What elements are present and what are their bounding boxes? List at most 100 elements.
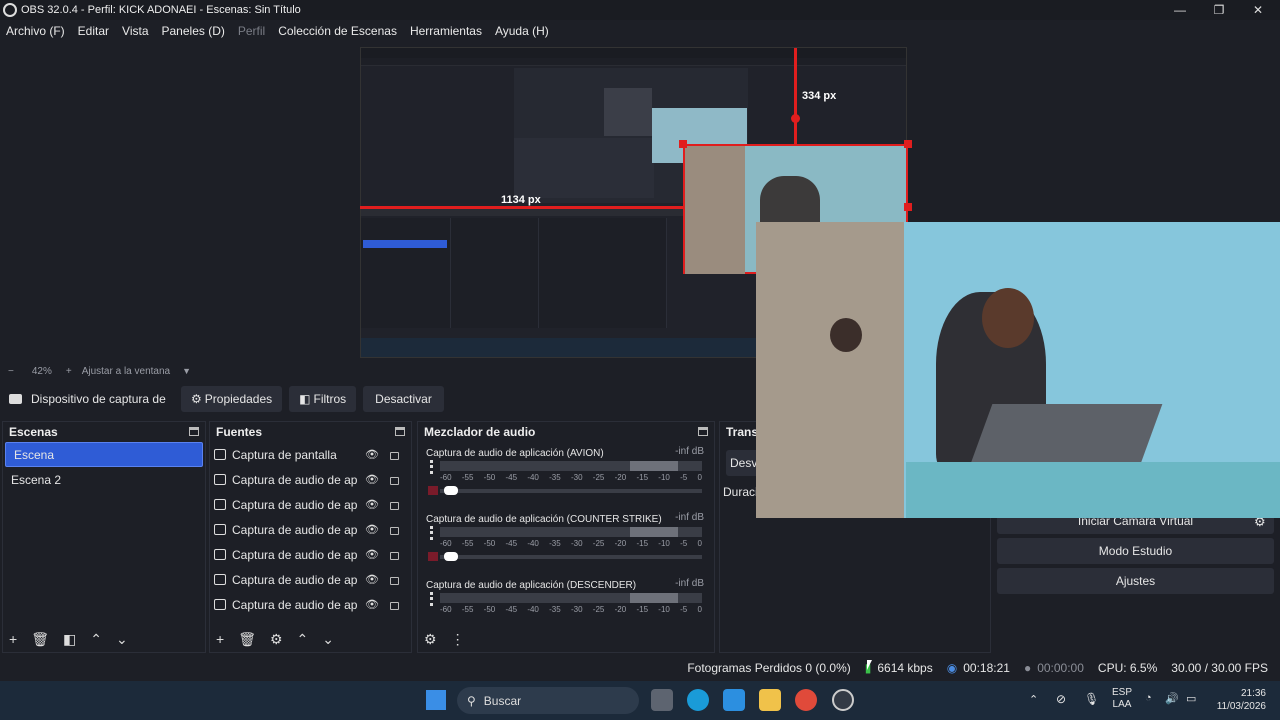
fit-to-window-select[interactable]: Ajustar a la ventana bbox=[82, 366, 170, 377]
source-label: Captura de audio de ap bbox=[232, 572, 358, 587]
menu-edit[interactable]: Editar bbox=[78, 24, 109, 38]
wifi-icon[interactable]: ◔ bbox=[1145, 692, 1152, 704]
lock-icon[interactable] bbox=[390, 552, 399, 560]
undock-icon[interactable] bbox=[395, 427, 405, 436]
sources-dock: Fuentes Captura de pantalla 👁 Captura de… bbox=[209, 421, 412, 653]
volume-slider[interactable] bbox=[440, 489, 702, 493]
clock[interactable]: 21:36 11/03/2026 bbox=[1210, 687, 1266, 713]
meter-ticks: -60 -55 -50 -45 -40 -35 -30 -25 -20 -15 -10 -5 0 bbox=[440, 605, 702, 614]
menu-scene-collection[interactable]: Colección de Escenas bbox=[278, 24, 397, 38]
chevron-up-icon[interactable]: ⌃ bbox=[90, 631, 102, 648]
keyboard-layout: LAA bbox=[1112, 699, 1132, 710]
maximize-button[interactable]: ❐ bbox=[1199, 0, 1239, 20]
eye-icon[interactable]: 👁 bbox=[365, 498, 379, 511]
menu-file[interactable]: Archivo (F) bbox=[6, 24, 65, 38]
edge-icon[interactable] bbox=[687, 689, 709, 711]
menu-docks[interactable]: Paneles (D) bbox=[162, 24, 225, 38]
filters-button[interactable]: ◧ Filtros bbox=[289, 386, 357, 412]
network-icon[interactable]: ⊘ bbox=[1056, 692, 1066, 706]
channel-menu-icon[interactable] bbox=[430, 460, 433, 474]
vertical-guide-handle[interactable] bbox=[791, 114, 800, 123]
settings-button[interactable]: Ajustes bbox=[997, 568, 1274, 594]
bitrate-value: 6614 kbps bbox=[877, 661, 933, 675]
store-icon[interactable] bbox=[723, 689, 745, 711]
gear-icon[interactable]: ⚙ bbox=[270, 631, 283, 648]
source-item[interactable]: Captura de audio de ap 👁 bbox=[210, 542, 411, 567]
channel-menu-icon[interactable] bbox=[430, 526, 433, 540]
menu-view[interactable]: Vista bbox=[122, 24, 148, 38]
studio-mode-button[interactable]: Modo Estudio bbox=[997, 538, 1274, 564]
source-item[interactable]: Captura de audio de ap 👁 bbox=[210, 467, 411, 492]
windows-start-icon[interactable] bbox=[426, 690, 446, 710]
resize-handle-topright[interactable] bbox=[904, 140, 912, 148]
eye-icon[interactable]: 👁 bbox=[365, 523, 379, 536]
taskbar-search[interactable]: ⚲ Buscar bbox=[457, 687, 639, 714]
add-icon[interactable]: + bbox=[216, 631, 224, 647]
zoom-out-button[interactable]: − bbox=[8, 366, 14, 377]
title-bar: OBS 32.0.4 - Perfil: KICK ADONAEI - Esce… bbox=[0, 0, 1280, 20]
language-indicator[interactable]: ESP LAA bbox=[1112, 687, 1132, 711]
mixer-menu-icon[interactable]: ⋮ bbox=[451, 631, 465, 648]
face-image bbox=[982, 288, 1034, 348]
chevron-down-icon[interactable]: ▼ bbox=[182, 366, 191, 376]
scene-item[interactable]: Escena bbox=[5, 442, 203, 467]
mute-icon[interactable] bbox=[428, 486, 438, 495]
obs-taskbar-icon[interactable] bbox=[832, 689, 854, 711]
eye-icon[interactable]: 👁 bbox=[365, 573, 379, 586]
scenes-title: Escenas bbox=[9, 425, 58, 439]
scene-item[interactable]: Escena 2 bbox=[3, 467, 205, 492]
source-item[interactable]: Captura de audio de ap 👁 bbox=[210, 592, 411, 617]
stream-time: 00:18:21 bbox=[963, 661, 1010, 675]
chevron-up-icon[interactable]: ⌃ bbox=[1029, 693, 1038, 706]
advanced-audio-icon[interactable]: ⚙ bbox=[424, 631, 437, 648]
source-item[interactable]: Captura de audio de ap 👁 bbox=[210, 517, 411, 542]
stream-icon: ◉ bbox=[946, 661, 958, 675]
zoom-in-button[interactable]: + bbox=[66, 366, 72, 377]
volume-slider-handle[interactable] bbox=[444, 552, 458, 561]
eye-icon[interactable]: 👁 bbox=[365, 548, 379, 561]
lock-icon[interactable] bbox=[390, 477, 399, 485]
eye-icon[interactable]: 👁 bbox=[365, 473, 379, 486]
chevron-up-icon[interactable]: ⌃ bbox=[297, 631, 309, 648]
trash-icon[interactable]: 🗑 bbox=[31, 631, 49, 648]
audio-mixer-dock: Mezclador de audio Captura de audio de a… bbox=[417, 421, 715, 653]
chevron-down-icon[interactable]: ⌄ bbox=[322, 631, 334, 648]
menu-profile[interactable]: Perfil bbox=[238, 24, 265, 38]
menu-tools[interactable]: Herramientas bbox=[410, 24, 482, 38]
properties-button[interactable]: ⚙ Propiedades bbox=[181, 386, 283, 412]
volume-slider-handle[interactable] bbox=[444, 486, 458, 495]
source-item[interactable]: Captura de audio de ap 👁 bbox=[210, 492, 411, 517]
lock-icon[interactable] bbox=[390, 577, 399, 585]
source-item[interactable]: Captura de audio de ap 👁 bbox=[210, 567, 411, 592]
lock-icon[interactable] bbox=[390, 527, 399, 535]
source-item[interactable]: Captura de pantalla 👁 bbox=[210, 442, 411, 467]
preview-zoom-bar: − 42% + Ajustar a la ventana ▼ bbox=[0, 362, 760, 380]
trash-icon[interactable]: 🗑 bbox=[238, 631, 256, 648]
chrome-icon[interactable] bbox=[795, 689, 817, 711]
resize-handle-right[interactable] bbox=[904, 203, 912, 211]
microphone-icon[interactable]: 🎙 bbox=[1084, 692, 1099, 706]
mute-icon[interactable] bbox=[428, 552, 438, 561]
chevron-down-icon[interactable]: ⌄ bbox=[116, 631, 128, 648]
close-button[interactable]: ✕ bbox=[1238, 0, 1278, 20]
minimize-button[interactable]: — bbox=[1160, 0, 1200, 20]
battery-icon[interactable]: ▭ bbox=[1186, 692, 1196, 705]
file-explorer-icon[interactable] bbox=[759, 689, 781, 711]
undock-icon[interactable] bbox=[189, 427, 199, 436]
menu-help[interactable]: Ayuda (H) bbox=[495, 24, 549, 38]
lock-icon[interactable] bbox=[390, 452, 399, 460]
add-icon[interactable]: + bbox=[9, 631, 17, 647]
lock-icon[interactable] bbox=[390, 502, 399, 510]
volume-icon[interactable]: 🔊 bbox=[1165, 692, 1179, 705]
lock-icon[interactable] bbox=[390, 602, 399, 610]
meter-ticks: -60 -55 -50 -45 -40 -35 -30 -25 -20 -15 -10 -5 0 bbox=[440, 473, 702, 482]
eye-icon[interactable]: 👁 bbox=[365, 598, 379, 611]
task-view-icon[interactable] bbox=[651, 689, 673, 711]
filter-icon[interactable]: ◧ bbox=[63, 631, 76, 648]
undock-icon[interactable] bbox=[698, 427, 708, 436]
eye-icon[interactable]: 👁 bbox=[365, 448, 379, 461]
deactivate-button[interactable]: Desactivar bbox=[363, 386, 444, 412]
volume-slider[interactable] bbox=[440, 555, 702, 559]
resize-handle-topleft[interactable] bbox=[679, 140, 687, 148]
channel-menu-icon[interactable] bbox=[430, 592, 433, 606]
